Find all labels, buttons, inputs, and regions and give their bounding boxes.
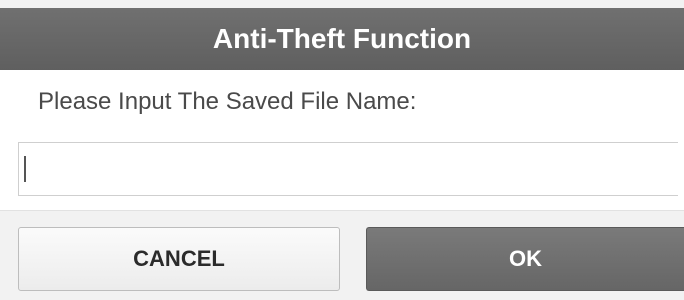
cancel-button-label: CANCEL [133, 246, 225, 271]
dialog-title-bar: Anti-Theft Function [0, 8, 684, 70]
anti-theft-dialog: Anti-Theft Function Please Input The Sav… [0, 0, 684, 300]
file-name-input[interactable] [18, 142, 678, 196]
ok-button-label: OK [509, 246, 542, 271]
text-cursor [24, 156, 26, 182]
dialog-content: Please Input The Saved File Name: [0, 70, 684, 210]
dialog-button-bar: CANCEL OK [0, 210, 684, 300]
file-name-prompt: Please Input The Saved File Name: [38, 88, 417, 115]
ok-button[interactable]: OK [366, 227, 684, 291]
cancel-button[interactable]: CANCEL [18, 227, 340, 291]
dialog-title: Anti-Theft Function [212, 23, 472, 54]
